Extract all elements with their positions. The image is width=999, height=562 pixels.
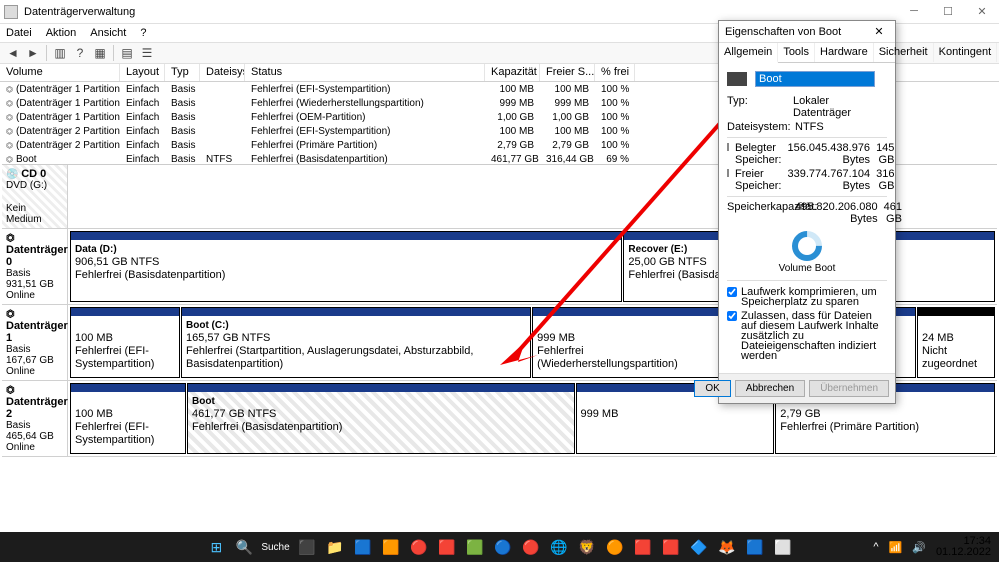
- app-icon-3[interactable]: 🔴: [408, 536, 430, 558]
- app-icon-2[interactable]: 🟧: [380, 536, 402, 558]
- app-icon-5[interactable]: 🟩: [464, 536, 486, 558]
- app-icon-1[interactable]: 🟦: [352, 536, 374, 558]
- drive-icon: [727, 72, 747, 86]
- panel-icon[interactable]: ▥: [51, 44, 69, 62]
- taskbar[interactable]: ⊞ 🔍 Suche ⬛ 📁 🟦 🟧 🔴 🟥 🟩 🔵 🔴 🌐 🦁 🟠 🟥 🟥 🔷 …: [0, 532, 999, 562]
- refresh-icon[interactable]: ▤: [118, 44, 136, 62]
- tray-wifi-icon[interactable]: 📶: [889, 541, 903, 554]
- partition[interactable]: 100 MBFehlerfrei (EFI-Systempartition): [70, 383, 186, 454]
- index-checkbox[interactable]: Zulassen, dass für Dateien auf diesem La…: [727, 311, 887, 361]
- dialog-title: Eigenschaften von Boot: [725, 26, 841, 38]
- menu-help[interactable]: ?: [140, 27, 146, 39]
- taskview-icon[interactable]: ⬛: [296, 536, 318, 558]
- compress-checkbox[interactable]: Laufwerk komprimieren, um Speicherplatz …: [727, 287, 887, 307]
- forward-icon[interactable]: ►: [24, 44, 42, 62]
- brave-icon[interactable]: 🦁: [576, 536, 598, 558]
- props-icon[interactable]: ☰: [138, 44, 156, 62]
- dialog-tabs: Allgemein Tools Hardware Sicherheit Kont…: [719, 43, 895, 63]
- tab-kontingent[interactable]: Kontingent: [934, 43, 998, 62]
- partition-highlighted[interactable]: Boot461,77 GB NTFSFehlerfrei (Basisdaten…: [187, 383, 575, 454]
- col-cap[interactable]: Kapazität: [485, 64, 540, 81]
- menu-action[interactable]: Aktion: [46, 27, 77, 39]
- opera-icon[interactable]: 🔴: [520, 536, 542, 558]
- help-icon[interactable]: ?: [71, 44, 89, 62]
- app-icon: [4, 5, 18, 19]
- partition[interactable]: 100 MBFehlerfrei (EFI-Systempartition): [70, 307, 180, 378]
- close-button[interactable]: ✕: [965, 0, 999, 22]
- col-typ[interactable]: Typ: [165, 64, 200, 81]
- firefox-icon[interactable]: 🦊: [716, 536, 738, 558]
- minimize-button[interactable]: ─: [897, 0, 931, 22]
- col-status[interactable]: Status: [245, 64, 485, 81]
- chrome-icon[interactable]: 🌐: [548, 536, 570, 558]
- ok-button[interactable]: OK: [694, 380, 730, 397]
- tab-tools[interactable]: Tools: [778, 43, 815, 62]
- app-icon-7[interactable]: 🟠: [604, 536, 626, 558]
- app-icon-8[interactable]: 🟥: [632, 536, 654, 558]
- cancel-button[interactable]: Abbrechen: [735, 380, 805, 397]
- back-icon[interactable]: ◄: [4, 44, 22, 62]
- properties-dialog: Eigenschaften von Boot ✕ Allgemein Tools…: [718, 20, 896, 404]
- partition[interactable]: Data (D:)906,51 GB NTFSFehlerfrei (Basis…: [70, 231, 622, 302]
- filezilla-icon[interactable]: 🟥: [660, 536, 682, 558]
- explorer-icon[interactable]: 📁: [324, 536, 346, 558]
- partition[interactable]: Boot (C:)165,57 GB NTFSFehlerfrei (Start…: [181, 307, 531, 378]
- menu-view[interactable]: Ansicht: [90, 27, 126, 39]
- col-pct[interactable]: % frei: [595, 64, 635, 81]
- app-icon-11[interactable]: ⬜: [772, 536, 794, 558]
- col-fs[interactable]: Dateisystem: [200, 64, 245, 81]
- app-icon-6[interactable]: 🔵: [492, 536, 514, 558]
- col-free[interactable]: Freier S...: [540, 64, 595, 81]
- dialog-close-icon[interactable]: ✕: [869, 25, 889, 38]
- tray-chevron-icon[interactable]: ^: [873, 541, 878, 553]
- window-title: Datenträgerverwaltung: [24, 6, 135, 18]
- partition-unallocated[interactable]: 24 MBNicht zugeordnet: [917, 307, 995, 378]
- grid-icon[interactable]: ▦: [91, 44, 109, 62]
- clock[interactable]: 17:34 01.12.2022: [936, 536, 991, 558]
- tab-allgemein[interactable]: Allgemein: [719, 43, 778, 63]
- col-volume[interactable]: Volume: [0, 64, 120, 81]
- volume-name-input[interactable]: Boot: [755, 71, 875, 87]
- partition[interactable]: 999 MBFehlerfrei (Wiederherstellungspart…: [532, 307, 723, 378]
- usage-donut: [786, 225, 828, 267]
- tab-sicherheit[interactable]: Sicherheit: [874, 43, 934, 62]
- app-icon-10[interactable]: 🟦: [744, 536, 766, 558]
- col-layout[interactable]: Layout: [120, 64, 165, 81]
- search-icon[interactable]: 🔍: [233, 536, 255, 558]
- maximize-button[interactable]: ☐: [931, 0, 965, 22]
- tab-hardware[interactable]: Hardware: [815, 43, 874, 62]
- app-icon-9[interactable]: 🔷: [688, 536, 710, 558]
- start-icon[interactable]: ⊞: [205, 536, 227, 558]
- app-icon-4[interactable]: 🟥: [436, 536, 458, 558]
- tray-volume-icon[interactable]: 🔊: [912, 541, 926, 554]
- apply-button[interactable]: Übernehmen: [809, 380, 889, 397]
- menu-file[interactable]: Datei: [6, 27, 32, 39]
